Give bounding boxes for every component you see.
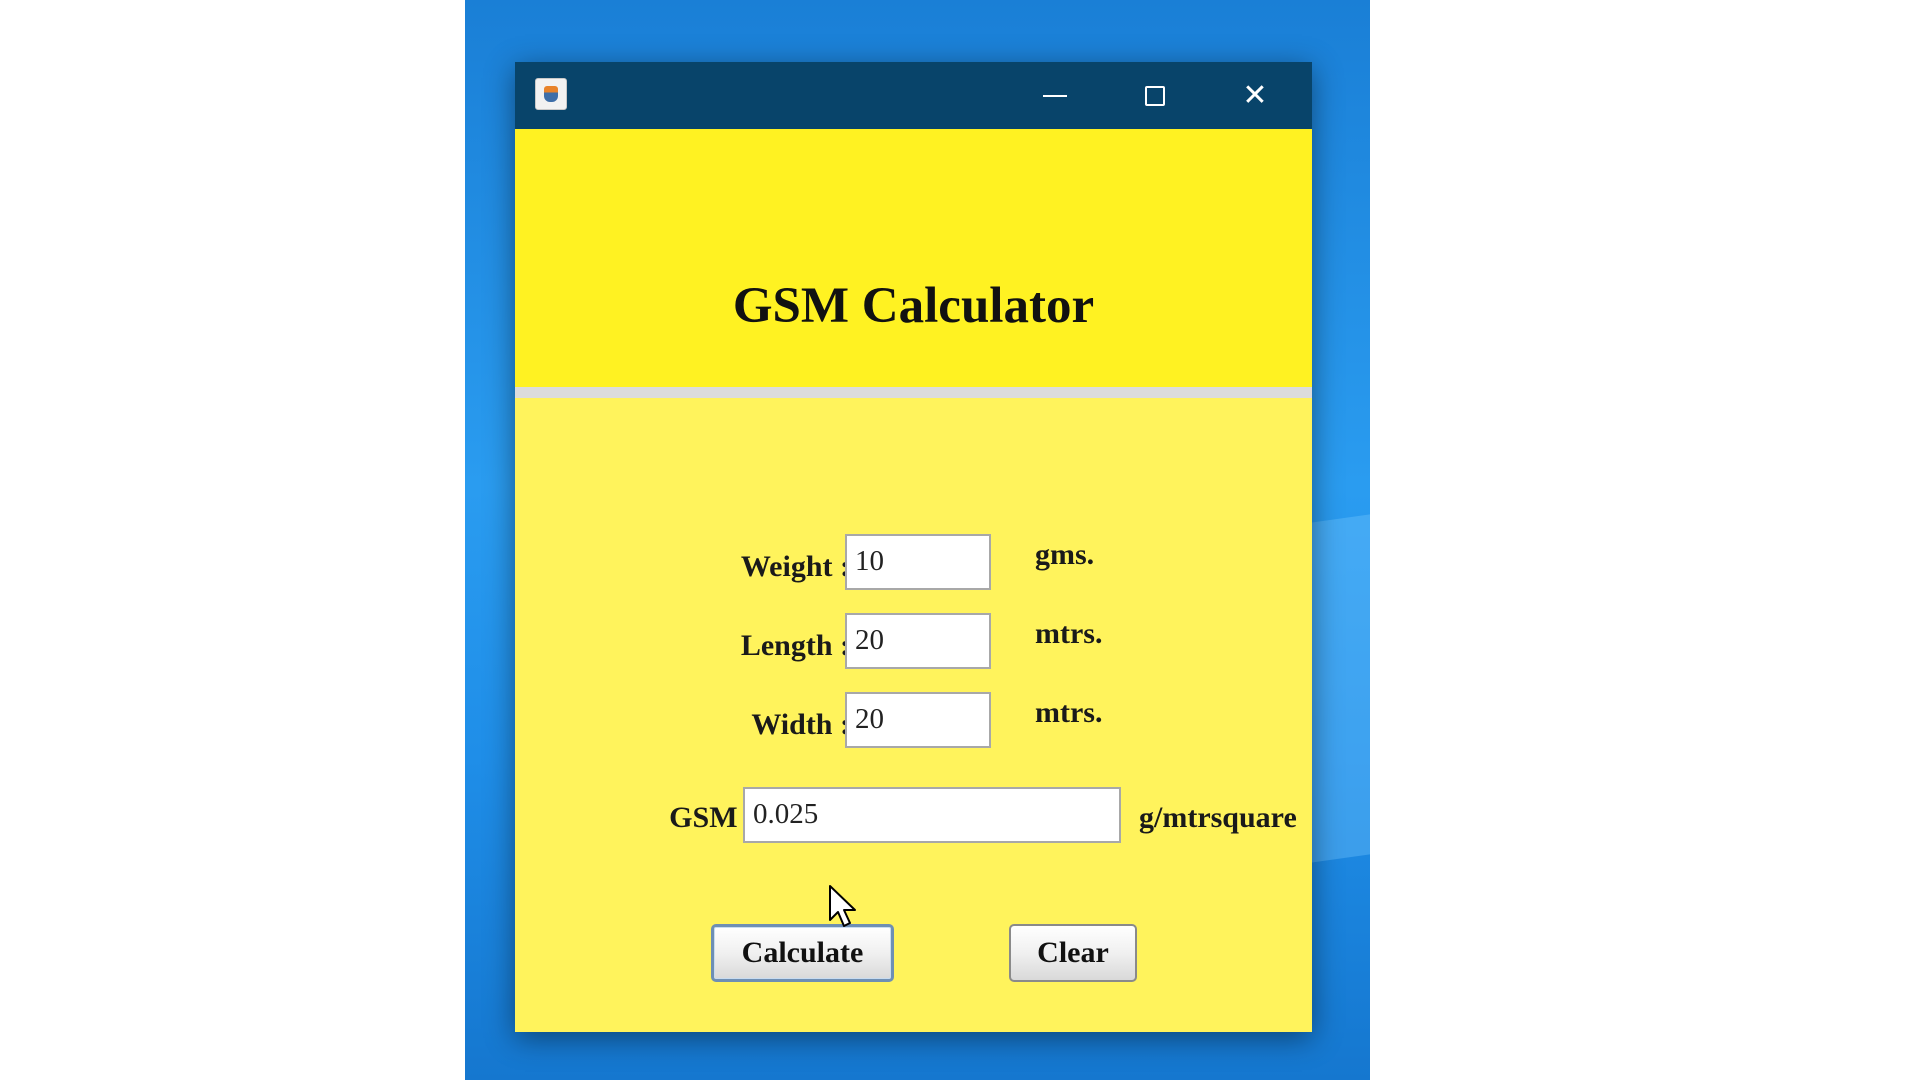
gsm-unit: g/mtrsquare <box>1139 801 1297 834</box>
page-title: GSM Calculator <box>732 278 1095 334</box>
close-icon: ✕ <box>1242 77 1268 113</box>
close-button[interactable]: ✕ <box>1205 62 1305 129</box>
gsm-result-field[interactable]: 0.025 <box>743 787 1121 843</box>
gsm-calculator-window: ✕ GSM Calculator Weight : 10 gms. Length… <box>515 62 1312 1032</box>
java-app-icon[interactable] <box>535 78 567 110</box>
mouse-pointer-icon <box>829 885 856 927</box>
title-bar[interactable]: ✕ <box>515 62 1312 129</box>
length-input[interactable]: 20 <box>845 613 991 669</box>
width-input[interactable]: 20 <box>845 692 991 748</box>
panel-separator <box>515 387 1312 398</box>
clear-button[interactable]: Clear <box>1009 924 1137 982</box>
width-unit: mtrs. <box>1035 696 1103 729</box>
minimize-icon <box>1043 94 1067 97</box>
width-label: Width : <box>751 708 850 741</box>
minimize-button[interactable] <box>1005 62 1105 129</box>
length-label: Length : <box>740 629 850 662</box>
gsm-label: GSM : <box>669 801 755 834</box>
weight-unit: gms. <box>1035 538 1095 571</box>
calculate-button[interactable]: Calculate <box>711 924 894 982</box>
header-panel: GSM Calculator <box>515 129 1312 387</box>
maximize-icon <box>1145 85 1165 106</box>
form-panel: Weight : 10 gms. Length : 20 mtrs. Width… <box>515 398 1312 1032</box>
maximize-button[interactable] <box>1105 62 1205 129</box>
weight-input[interactable]: 10 <box>845 534 991 590</box>
length-unit: mtrs. <box>1035 617 1103 650</box>
weight-label: Weight : <box>740 550 850 583</box>
